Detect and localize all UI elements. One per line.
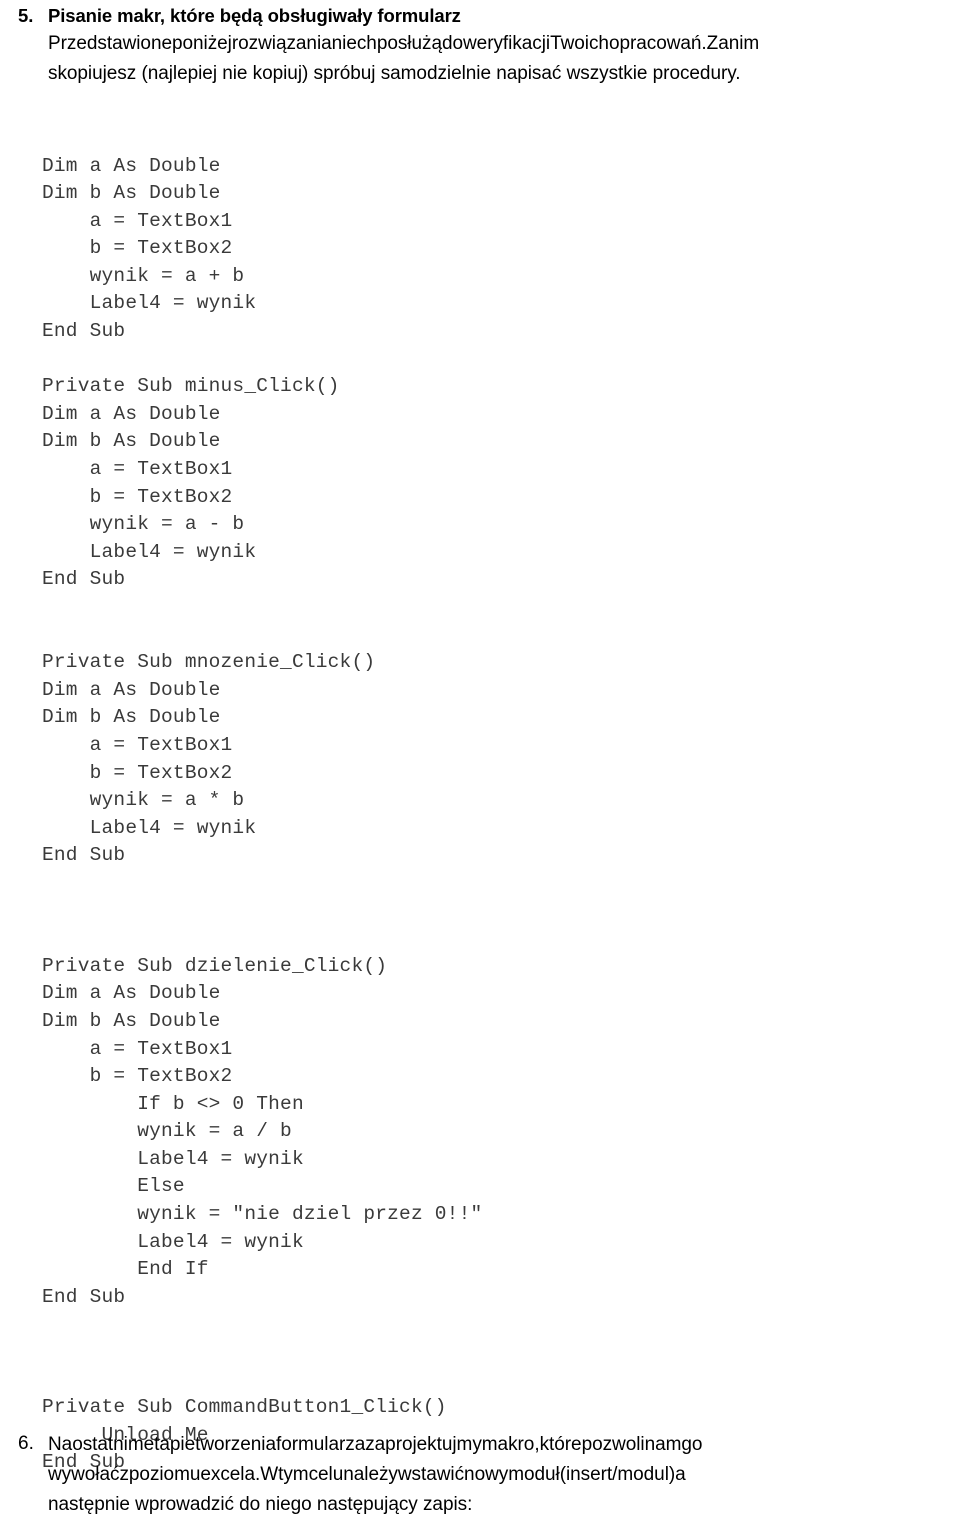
code-line: b = TextBox2 (89, 1065, 233, 1088)
word: rozwiązania (231, 33, 332, 54)
word: moduł (508, 1464, 560, 1485)
code-line: Label4 = wynik (89, 292, 257, 315)
code-line: wynik = a * b (89, 789, 245, 812)
word: Zanim (706, 33, 760, 54)
code-line: Private Sub minus_Click() (42, 375, 340, 398)
code-line: If b <> 0 Then (137, 1092, 304, 1115)
word: tworzenia (195, 1434, 276, 1455)
item-6-body: Naostatnimetapietworzeniaformularzazapro… (48, 1430, 960, 1520)
paragraph-line: skopiujesz (najlepiej nie kopiuj) spróbu… (48, 59, 960, 89)
document-page: 5. Pisanie makr, które będą obsługiwały … (0, 0, 960, 1522)
code-line: End Sub (42, 1285, 126, 1308)
code-line: End Sub (42, 844, 126, 867)
word: etapie (143, 1434, 196, 1455)
code-line: wynik = a / b (137, 1120, 292, 1143)
code-line: Label4 = wynik (89, 540, 257, 563)
code-line: wynik = a + b (89, 264, 245, 287)
code-line: Private Sub mnozenie_Click() (42, 651, 376, 674)
word: tym (278, 1464, 309, 1485)
list-marker-5: 5. (18, 5, 34, 26)
code-line: Label4 = wynik (89, 816, 257, 839)
code-line: End Sub (42, 568, 126, 591)
code-line: a = TextBox1 (89, 1037, 233, 1060)
word: które (539, 1434, 582, 1455)
word: Przedstawione (48, 33, 172, 54)
word: opracowań. (608, 33, 707, 54)
code-line: Dim a As Double (42, 678, 221, 701)
word: pozwoli (581, 1434, 645, 1455)
word: do (441, 33, 464, 54)
code-line: Dim a As Double (42, 154, 221, 177)
word: poziomu (128, 1464, 201, 1485)
code-line: b = TextBox2 (89, 237, 233, 260)
code-line: Label4 = wynik (137, 1230, 304, 1253)
word: następnie wprowadzić do niego następując… (48, 1494, 473, 1515)
code-line: Private Sub dzielenie_Click() (42, 954, 388, 977)
code-line: a = TextBox1 (89, 458, 233, 481)
code-line: End Sub (42, 320, 126, 343)
word: posłużą (376, 33, 442, 54)
word: Twoich (550, 33, 609, 54)
word: celu (308, 1464, 344, 1485)
word: weryfikacji (463, 33, 551, 54)
paragraph-line: następnie wprowadzić do niego następując… (48, 1490, 960, 1520)
word: zaprojektujmy (365, 1434, 482, 1455)
item-5-body: Przedstawioneponiżejrozwiązanianiechposł… (48, 29, 960, 89)
word: (insert/modul) (559, 1464, 676, 1485)
code-line: a = TextBox1 (89, 733, 233, 756)
word: nam (644, 1434, 682, 1455)
code-line: wynik = a - b (89, 513, 245, 536)
word: skopiujesz (najlepiej nie kopiuj) spróbu… (48, 63, 741, 84)
code-line: b = TextBox2 (89, 485, 233, 508)
code-line: Dim a As Double (42, 982, 221, 1005)
code-line: Dim b As Double (42, 706, 221, 729)
code-line: Private Sub CommandButton1_Click() (42, 1396, 447, 1419)
code-line: Dim b As Double (42, 182, 221, 205)
word: go (681, 1434, 703, 1455)
code-line: wynik = "nie dziel przez 0!!" (137, 1203, 483, 1226)
vba-code-block: Dim a As Double Dim b As Double a = Text… (0, 153, 920, 1478)
code-line: Dim b As Double (42, 1009, 221, 1032)
list-item-6: 6. Naostatnimetapietworzeniaformularzaza… (0, 1430, 942, 1520)
code-line: Dim b As Double (42, 430, 221, 453)
paragraph-line: Naostatnimetapietworzeniaformularzazapro… (48, 1430, 960, 1460)
word: poniżej (171, 33, 232, 54)
word: formularza (275, 1434, 366, 1455)
word: Na (48, 1434, 73, 1455)
word: wywołać (48, 1464, 120, 1485)
list-item-5: 5. Pisanie makr, które będą obsługiwały … (0, 2, 942, 89)
word: ostatnim (72, 1434, 144, 1455)
word: wstawić (397, 1464, 465, 1485)
code-line: Else (137, 1175, 185, 1198)
code-line: Label4 = wynik (137, 1147, 304, 1170)
item-5-heading: Pisanie makr, które będą obsługiwały for… (48, 5, 461, 26)
word: z (119, 1464, 129, 1485)
word: makro, (481, 1434, 540, 1455)
paragraph-line: Przedstawioneponiżejrozwiązanianiechposł… (48, 29, 960, 59)
word: a (675, 1464, 686, 1485)
word: W (260, 1464, 279, 1485)
code-line: a = TextBox1 (89, 209, 233, 232)
code-line: Dim a As Double (42, 402, 221, 425)
code-line: End If (137, 1258, 209, 1281)
paragraph-line: wywołaćzpoziomuexcela.Wtymcelunależywsta… (48, 1460, 960, 1490)
list-marker-6: 6. (18, 1433, 34, 1454)
word: nowy (464, 1464, 509, 1485)
word: excela. (200, 1464, 261, 1485)
word: niech (331, 33, 377, 54)
word: należy (343, 1464, 398, 1485)
code-line: b = TextBox2 (89, 761, 233, 784)
